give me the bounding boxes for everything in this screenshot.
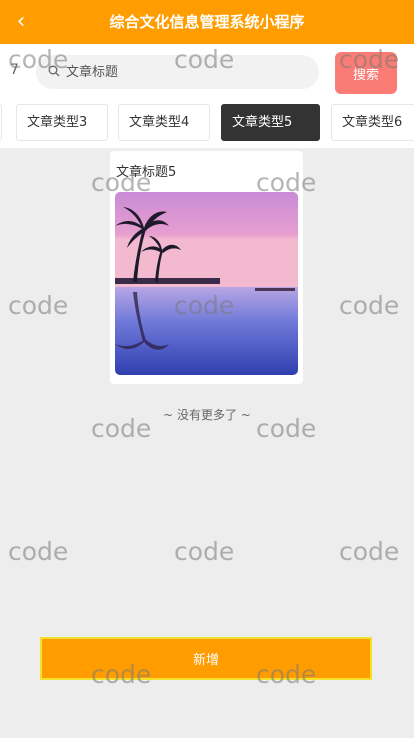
article-image[interactable] (115, 192, 298, 375)
search-bar: 7 搜索 (0, 44, 414, 100)
beach-photo (115, 192, 298, 375)
search-button[interactable]: 搜索 (335, 52, 397, 94)
search-icon (48, 65, 60, 77)
tab-type-4[interactable]: 文章类型4 (118, 104, 210, 141)
search-prefix-text: 7 (10, 62, 19, 78)
watermark: code (339, 291, 400, 320)
search-box[interactable] (36, 55, 319, 89)
tab-type-6[interactable]: 文章类型6 (331, 104, 414, 141)
list-end-text: ~ 没有更多了 ~ (163, 408, 251, 422)
page-title: 综合文化信息管理系统小程序 (109, 13, 305, 31)
article-card[interactable]: 文章标题5 (110, 151, 303, 384)
navbar: ‹ 综合文化信息管理系统小程序 (0, 0, 414, 44)
tab-type-5[interactable]: 文章类型5 (221, 104, 320, 141)
add-button[interactable]: 新增 (40, 637, 372, 680)
watermark: code (174, 537, 235, 566)
watermark: code (8, 291, 69, 320)
watermark: code (8, 537, 69, 566)
tab-partial[interactable] (0, 104, 2, 141)
tab-type-3[interactable]: 文章类型3 (16, 104, 108, 141)
article-title: 文章标题5 (116, 165, 177, 180)
category-tabs: 文章类型3 文章类型4 文章类型5 文章类型6 (0, 100, 414, 148)
search-input[interactable] (66, 55, 306, 89)
watermark: code (339, 537, 400, 566)
